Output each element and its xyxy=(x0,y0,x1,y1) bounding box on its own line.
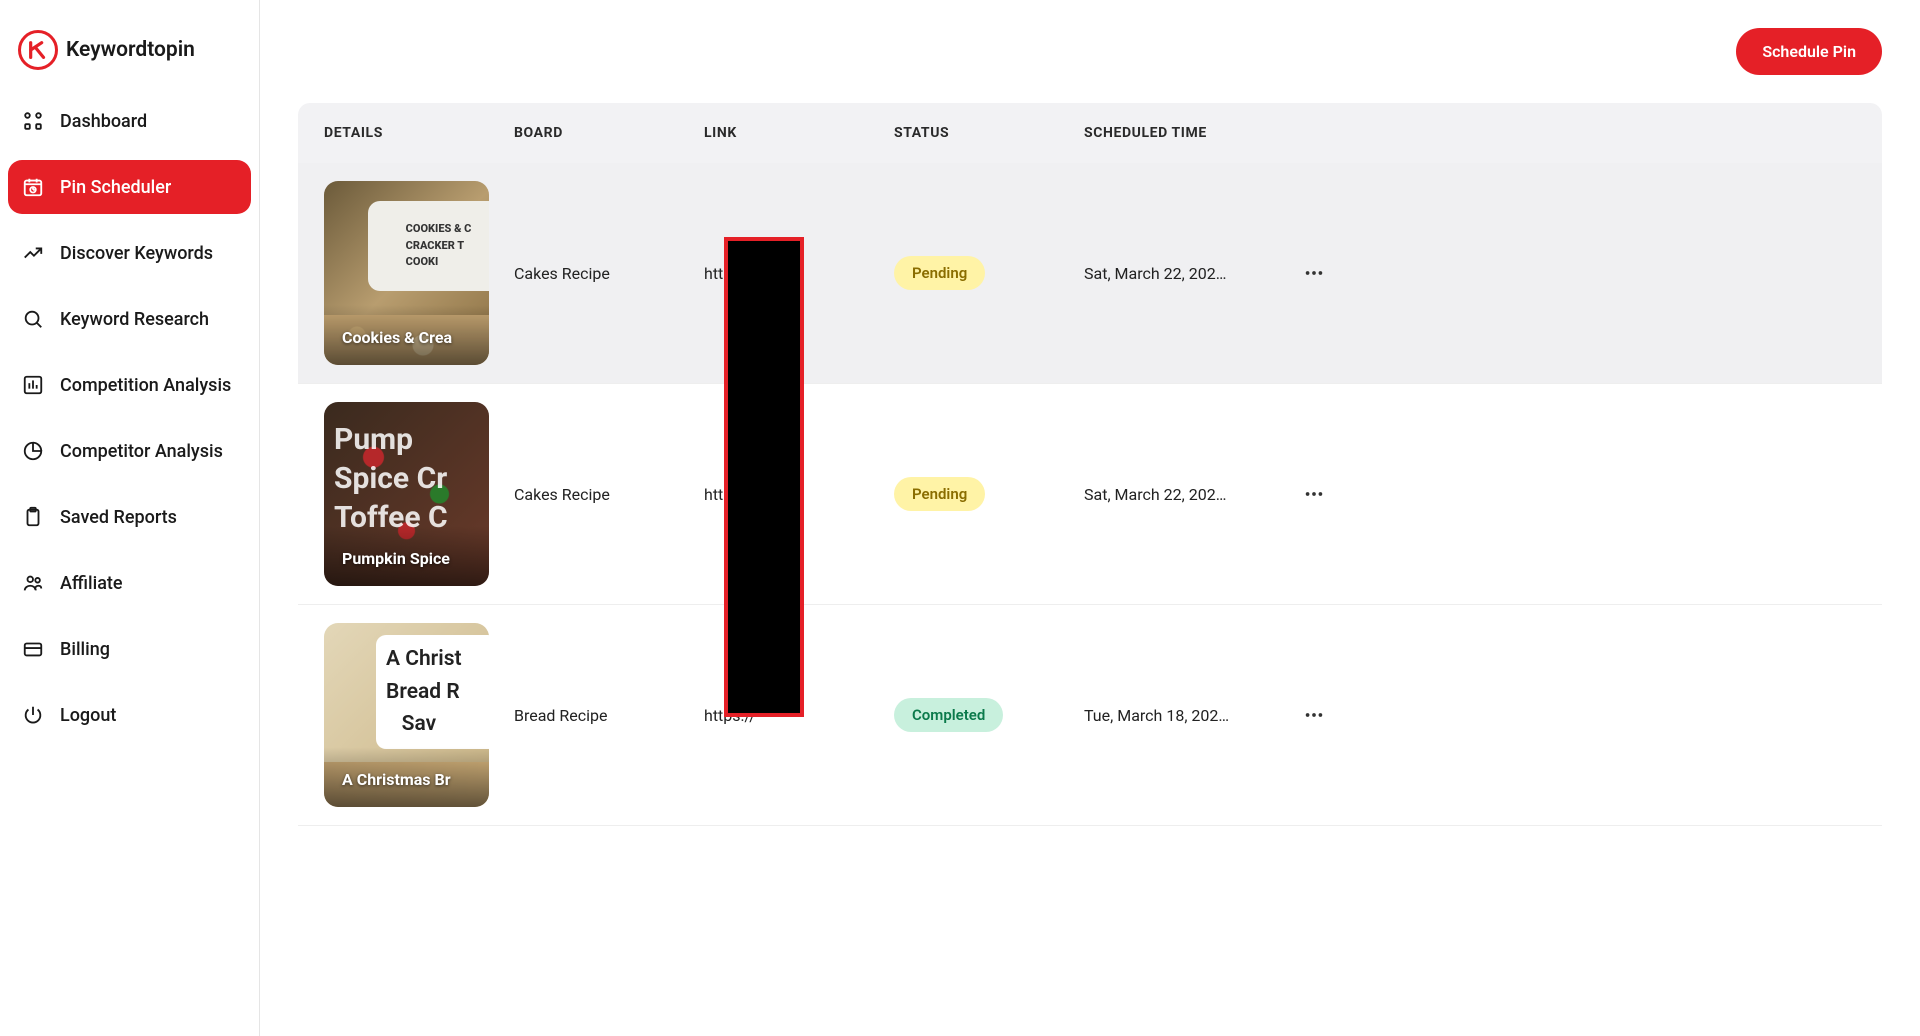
table-row[interactable]: COOKIES & CCRACKER TCOOKICookies & CreaC… xyxy=(298,163,1882,384)
cell-board: Cakes Recipe xyxy=(514,485,704,504)
status-badge: Pending xyxy=(894,256,985,290)
pin-thumbnail[interactable]: PumpSpice CrToffee CPumpkin Spice xyxy=(324,402,489,586)
status-badge: Completed xyxy=(894,698,1003,732)
main-content: Schedule Pin DETAILS BOARD LINK STATUS S… xyxy=(260,0,1920,1036)
bar-icon xyxy=(22,374,44,396)
pie-icon xyxy=(22,440,44,462)
redaction-overlay xyxy=(724,237,804,717)
more-menu-button[interactable] xyxy=(1284,483,1344,505)
users-icon xyxy=(22,572,44,594)
th-status: STATUS xyxy=(894,125,1084,141)
cell-scheduled: Sat, March 22, 202… xyxy=(1084,264,1284,283)
power-icon xyxy=(22,704,44,726)
topbar: Schedule Pin xyxy=(260,0,1920,103)
cell-scheduled: Tue, March 18, 202… xyxy=(1084,706,1284,725)
th-link: LINK xyxy=(704,125,894,141)
pin-title: Pumpkin Spice xyxy=(324,531,468,586)
th-actions xyxy=(1284,125,1344,141)
table-body: COOKIES & CCRACKER TCOOKICookies & CreaC… xyxy=(298,163,1882,826)
table-row[interactable]: PumpSpice CrToffee CPumpkin Spice Cakes R… xyxy=(298,384,1882,605)
sidebar-item-billing[interactable]: Billing xyxy=(8,622,251,676)
sidebar-item-label: Dashboard xyxy=(60,111,147,132)
calendar-icon xyxy=(22,176,44,198)
cell-scheduled: Sat, March 22, 202… xyxy=(1084,485,1284,504)
sidebar-item-label: Competition Analysis xyxy=(60,375,231,396)
more-menu-button[interactable] xyxy=(1284,262,1344,284)
sidebar-item-label: Pin Scheduler xyxy=(60,177,171,198)
table-row[interactable]: A ChristBread R SavA Christmas Br Bread R… xyxy=(298,605,1882,826)
sidebar-item-competition-analysis[interactable]: Competition Analysis xyxy=(8,358,251,412)
grid-icon xyxy=(22,110,44,132)
sidebar-item-pin-scheduler[interactable]: Pin Scheduler xyxy=(8,160,251,214)
cell-status: Pending xyxy=(894,477,1084,511)
sidebar-item-label: Competitor Analysis xyxy=(60,441,223,462)
pin-thumbnail[interactable]: COOKIES & CCRACKER TCOOKICookies & Crea xyxy=(324,181,489,365)
cell-status: Pending xyxy=(894,256,1084,290)
sidebar-scroll[interactable]: Keywordtopin Dashboard Pin Scheduler Disco… xyxy=(0,0,260,1036)
sidebar-item-label: Saved Reports xyxy=(60,507,177,528)
cell-status: Completed xyxy=(894,698,1084,732)
sidebar-item-saved-reports[interactable]: Saved Reports xyxy=(8,490,251,544)
brand-logo-icon xyxy=(18,30,58,70)
pin-title: Cookies & Crea xyxy=(324,310,470,365)
search-icon xyxy=(22,308,44,330)
th-details: DETAILS xyxy=(324,125,514,141)
sidebar-item-dashboard[interactable]: Dashboard xyxy=(8,94,251,148)
clipboard-icon xyxy=(22,506,44,528)
trend-icon xyxy=(22,242,44,264)
brand: Keywordtopin xyxy=(8,12,251,94)
th-scheduled: SCHEDULED TIME xyxy=(1084,125,1284,141)
sidebar: Keywordtopin Dashboard Pin Scheduler Disco… xyxy=(0,0,259,794)
pin-table: DETAILS BOARD LINK STATUS SCHEDULED TIME… xyxy=(260,103,1920,866)
pin-thumbnail[interactable]: A ChristBread R SavA Christmas Br xyxy=(324,623,489,807)
sidebar-item-label: Billing xyxy=(60,639,110,660)
nav-list: Dashboard Pin Scheduler Discover Keywords K… xyxy=(8,94,251,742)
sidebar-item-label: Keyword Research xyxy=(60,309,209,330)
sidebar-item-logout[interactable]: Logout xyxy=(8,688,251,742)
sidebar-item-keyword-research[interactable]: Keyword Research xyxy=(8,292,251,346)
sidebar-item-affiliate[interactable]: Affiliate xyxy=(8,556,251,610)
cell-board: Bread Recipe xyxy=(514,706,704,725)
status-badge: Pending xyxy=(894,477,985,511)
cell-board: Cakes Recipe xyxy=(514,264,704,283)
sidebar-item-competitor-analysis[interactable]: Competitor Analysis xyxy=(8,424,251,478)
table-header: DETAILS BOARD LINK STATUS SCHEDULED TIME xyxy=(298,103,1882,163)
more-menu-button[interactable] xyxy=(1284,704,1344,726)
sidebar-item-discover-keywords[interactable]: Discover Keywords xyxy=(8,226,251,280)
brand-name: Keywordtopin xyxy=(66,38,195,62)
sidebar-item-label: Logout xyxy=(60,705,116,726)
sidebar-item-label: Affiliate xyxy=(60,573,123,594)
th-board: BOARD xyxy=(514,125,704,141)
schedule-pin-button[interactable]: Schedule Pin xyxy=(1736,28,1882,75)
card-icon xyxy=(22,638,44,660)
pin-title: A Christmas Br xyxy=(324,752,469,807)
sidebar-item-label: Discover Keywords xyxy=(60,243,213,264)
